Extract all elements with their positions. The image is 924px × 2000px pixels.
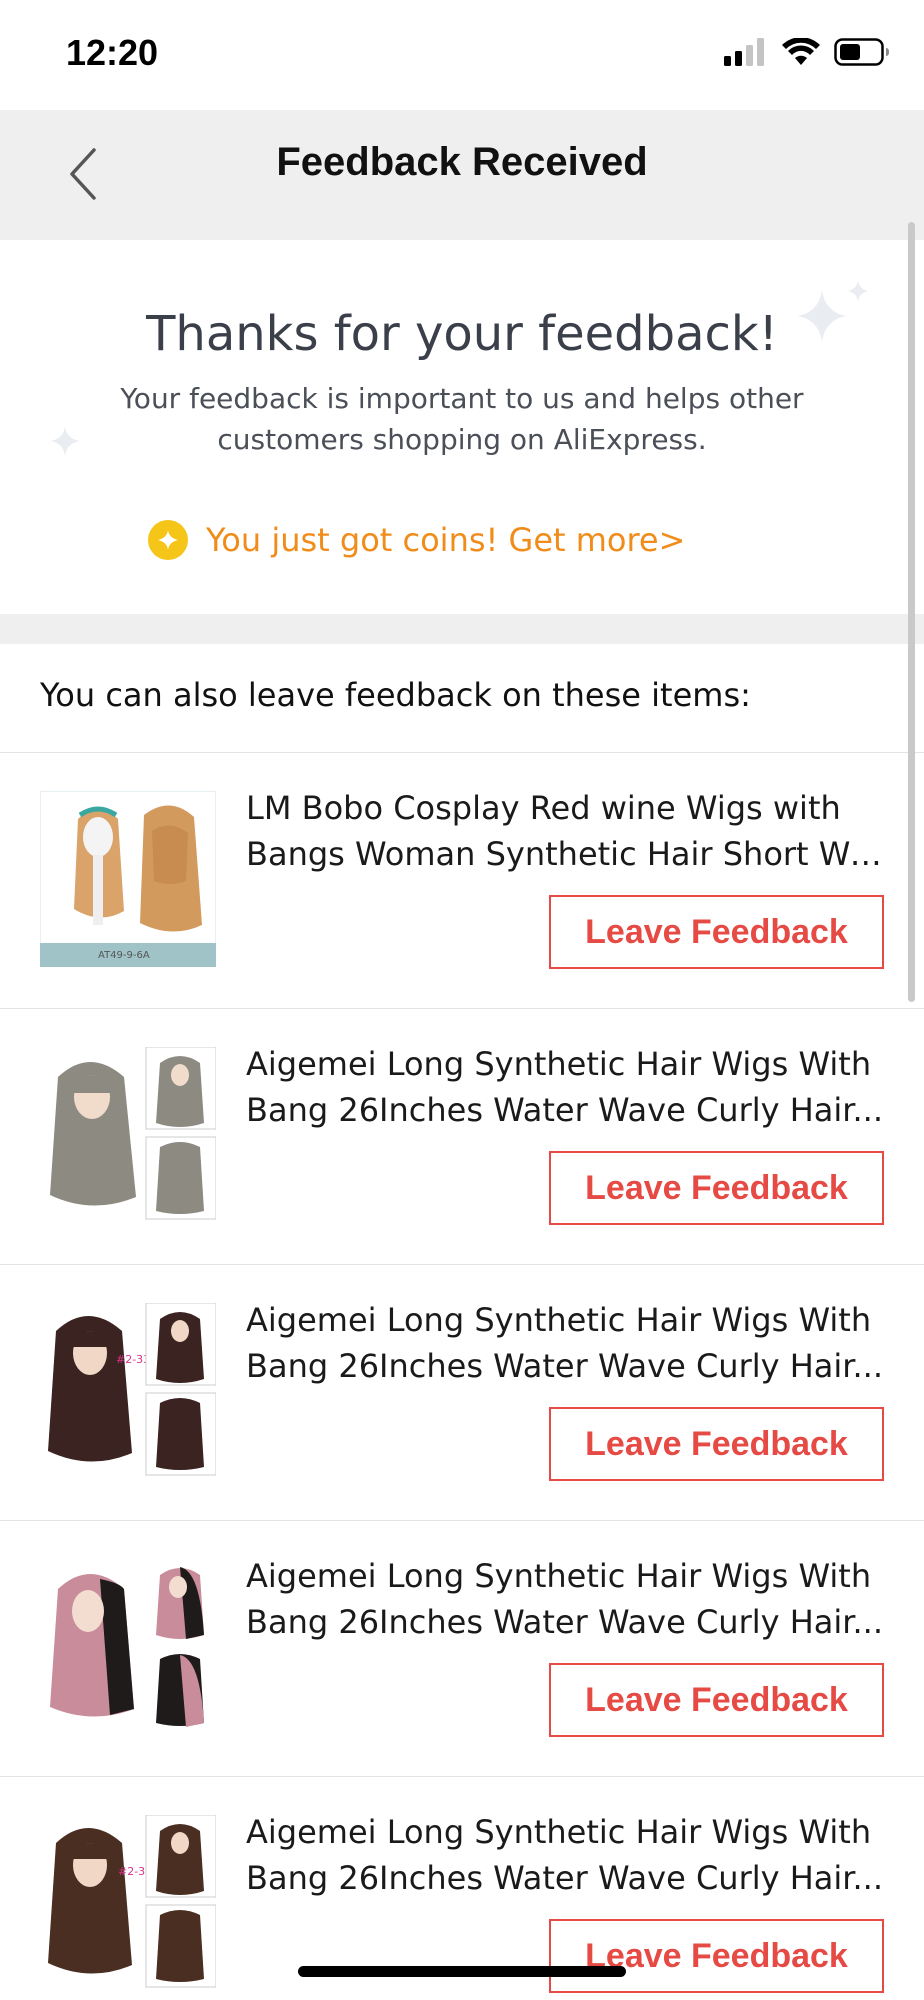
wifi-icon	[782, 38, 820, 65]
thumb-label: #2-33	[116, 1353, 150, 1366]
list-item: AT49-9-6A LM Bobo Cosplay Red wine Wigs …	[0, 753, 924, 1009]
product-thumbnail[interactable]	[40, 1046, 217, 1223]
cellular-signal-icon	[724, 38, 764, 66]
product-title[interactable]: LM Bobo Cosplay Red wine Wigs with Bangs…	[246, 785, 886, 877]
get-more-coins-link[interactable]: You just got coins! Get more>	[148, 520, 685, 560]
product-title[interactable]: Aigemei Long Synthetic Hair Wigs With Ba…	[246, 1041, 886, 1133]
status-time: 12:20	[66, 32, 159, 73]
status-bar: 12:20	[0, 0, 924, 110]
thumb-label: AT49-9-6A	[98, 950, 150, 961]
product-title-line: Aigemei Long Synthetic Hair Wigs With	[246, 1045, 872, 1083]
product-title-line: LM Bobo Cosplay Red wine Wigs with	[246, 789, 841, 827]
product-title-line: Bangs Woman Synthetic Hair Short Wi...	[246, 835, 886, 873]
product-thumbnail[interactable]: #2-30	[40, 1814, 217, 1991]
product-title[interactable]: Aigemei Long Synthetic Hair Wigs With Ba…	[246, 1809, 886, 1901]
status-icons	[724, 38, 890, 66]
product-title-line: Aigemei Long Synthetic Hair Wigs With	[246, 1813, 872, 1851]
thanks-description-line: Your feedback is important to us and hel…	[120, 382, 804, 415]
thanks-description-line: customers shopping on AliExpress.	[217, 423, 707, 456]
sparkle-icon	[50, 426, 80, 456]
leave-feedback-button[interactable]: Leave Feedback	[549, 1151, 884, 1225]
product-title-line: Aigemei Long Synthetic Hair Wigs With	[246, 1557, 872, 1595]
scrollbar[interactable]	[908, 222, 915, 1002]
thanks-section: Thanks for your feedback! Your feedback …	[0, 240, 924, 614]
product-title[interactable]: Aigemei Long Synthetic Hair Wigs With Ba…	[246, 1553, 886, 1645]
product-title[interactable]: Aigemei Long Synthetic Hair Wigs With Ba…	[246, 1297, 886, 1389]
battery-icon	[834, 38, 889, 66]
section-divider	[0, 614, 924, 644]
product-title-line: Bang 26Inches Water Wave Curly Hair...	[246, 1603, 884, 1641]
nav-bar: Feedback Received	[0, 110, 924, 240]
leave-feedback-button[interactable]: Leave Feedback	[549, 1407, 884, 1481]
coin-icon	[148, 520, 188, 560]
leave-feedback-button[interactable]: Leave Feedback	[549, 1919, 884, 1993]
thanks-description: Your feedback is important to us and hel…	[110, 378, 814, 460]
also-leave-feedback-prompt: You can also leave feedback on these ite…	[40, 676, 751, 714]
thanks-title: Thanks for your feedback!	[146, 306, 778, 362]
leave-feedback-button[interactable]: Leave Feedback	[549, 895, 884, 969]
product-thumbnail[interactable]: AT49-9-6A	[39, 790, 217, 968]
list-item: Aigemei Long Synthetic Hair Wigs With Ba…	[0, 1521, 924, 1777]
list-item: Aigemei Long Synthetic Hair Wigs With Ba…	[0, 1009, 924, 1265]
product-title-line: Bang 26Inches Water Wave Curly Hair...	[246, 1091, 884, 1129]
page-title: Feedback Received	[276, 140, 648, 184]
home-indicator[interactable]	[298, 1966, 626, 1977]
product-title-line: Bang 26Inches Water Wave Curly Hair...	[246, 1347, 884, 1385]
product-title-line: Bang 26Inches Water Wave Curly Hair...	[246, 1859, 884, 1897]
product-thumbnail[interactable]: #2-33	[40, 1302, 217, 1479]
list-item: #2-33 Aigemei Long Synthetic Hair Wigs W…	[0, 1265, 924, 1521]
product-title-line: Aigemei Long Synthetic Hair Wigs With	[246, 1301, 872, 1339]
coins-link-text: You just got coins! Get more>	[206, 521, 686, 559]
leave-feedback-button[interactable]: Leave Feedback	[549, 1663, 884, 1737]
product-thumbnail[interactable]	[40, 1559, 216, 1735]
